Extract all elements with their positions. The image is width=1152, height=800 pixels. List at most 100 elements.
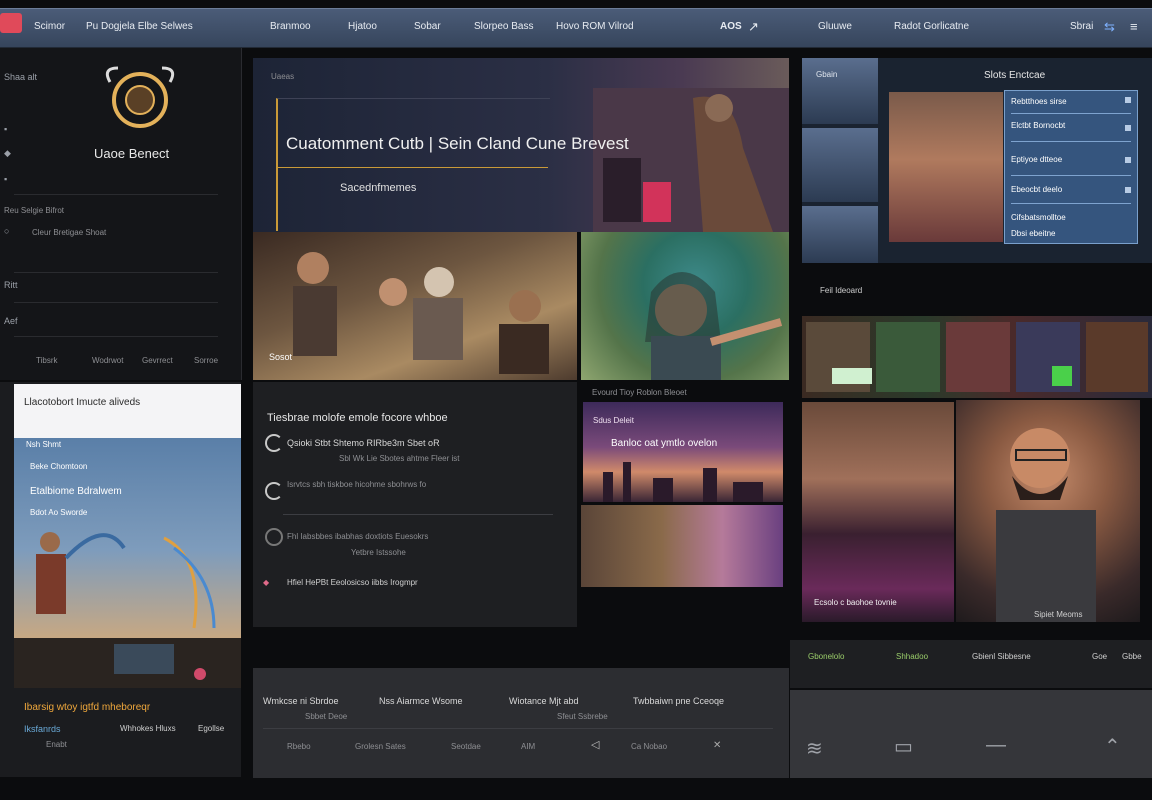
feature-item-3[interactable]: Etalbiome Bdralwem	[30, 486, 122, 497]
feature-item-2[interactable]: Beke Chomtoon	[30, 462, 87, 471]
media-thumb-2[interactable]	[802, 128, 878, 202]
nav-item-2[interactable]: Pu Dogjela Elbe Selwes	[86, 21, 193, 32]
dancers-illustration	[14, 532, 241, 688]
hero-title: Cuatomment Cutb | Sein Cland Cune Breves…	[286, 134, 629, 153]
nav-item-3[interactable]: Branmoo	[270, 21, 311, 32]
expand-icon[interactable]: ⌃	[1104, 734, 1121, 759]
article-1-meta: Sbl Wk Lie Sbotes ahtme Fleer ist	[339, 454, 460, 463]
footer-icon-bar: ≋ ▭ — ⌃	[790, 690, 1152, 778]
hero-subtitle: Sacednfmemes	[340, 182, 417, 194]
side-item-1[interactable]: Shaa alt	[4, 72, 37, 82]
wifi-icon[interactable]: ≋	[806, 736, 823, 761]
nav-item-4[interactable]: Hjatoo	[348, 21, 377, 32]
hero-underline	[278, 167, 548, 168]
article-2-icon[interactable]	[265, 482, 283, 500]
footer-tab-5[interactable]: Ca Nobao	[631, 742, 667, 751]
media-menu-item-1[interactable]: Rebtthoes sirse	[1011, 97, 1067, 106]
nav-item-7[interactable]: Hovo ROM Vilrod	[556, 21, 634, 32]
media-menu-item-4[interactable]: Ebeocbt deelo	[1011, 185, 1062, 194]
section-subtitle: Cleur Bretigae Shoat	[32, 228, 107, 237]
footer-link-3[interactable]: Gbienl Sibbesne	[972, 652, 1031, 661]
nav-item-right-2[interactable]: Radot Gorlicatne	[894, 21, 969, 32]
footer-tab-3[interactable]: Seotdae	[451, 742, 481, 751]
profile-panel: Uaoe Benect Shaa alt ▪ ◆ ▪ Reu Selgie Bi…	[0, 48, 242, 380]
side-item-6[interactable]: Aef	[4, 316, 18, 326]
aos-button[interactable]: AOS	[720, 21, 742, 32]
footer-link-2[interactable]: Shhadoo	[896, 652, 928, 661]
footer-link-4[interactable]: Goe	[1092, 652, 1107, 661]
nav-item-right-1[interactable]: Gluuwe	[818, 21, 852, 32]
footer-heading-3[interactable]: Wiotance Mjt abd	[509, 696, 579, 706]
nav-item-1[interactable]: Scimor	[34, 21, 65, 32]
nav-item-6[interactable]: Slorpeo Bass	[474, 21, 533, 32]
article-1-title[interactable]: Qsioki Stbt Shtemo RIRbe3m Sbet oR	[287, 438, 440, 448]
arrow-icon[interactable]: ↗	[748, 19, 759, 35]
article-3-title[interactable]: Fhl Iabsbbes ibabhas doxtiots Euesokrs	[287, 532, 428, 541]
footer-heading-1[interactable]: Wmkcse ni Sbrdoe	[263, 696, 339, 706]
city-card[interactable]: Sdus Deleit Banloc oat ymtlo ovelon	[583, 402, 783, 502]
smiling-man-photo[interactable]: Sipiet Meoms	[956, 400, 1140, 622]
article-2-title[interactable]: Isrvtcs sbh tiskboe hicohme sbohrws fo	[287, 480, 426, 489]
media-menu-item-5[interactable]: Cifsbatsmolltoe	[1011, 213, 1066, 222]
media-main-photo[interactable]	[889, 92, 1003, 242]
send-icon[interactable]: ◁	[591, 738, 599, 751]
gallery-strip[interactable]	[802, 316, 1152, 398]
feature-item-4[interactable]: Bdot Ao Sworde	[30, 508, 87, 517]
side-item-star-icon[interactable]: ◆	[4, 148, 11, 159]
man-caption: Sipiet Meoms	[1034, 610, 1083, 619]
media-menu-item-3[interactable]: Eptiyoe dtteoe	[1011, 155, 1062, 164]
bottom-tab-3[interactable]: Gevrrect	[142, 356, 173, 365]
media-thumb-3[interactable]	[802, 206, 878, 263]
footer-heading-2[interactable]: Nss Aiarmce Wsome	[379, 696, 463, 706]
footer-tab-4[interactable]: AIM	[521, 742, 535, 751]
footer-link-1[interactable]: Gbonelolo	[808, 652, 844, 661]
article-3-icon[interactable]	[265, 528, 283, 546]
feature-title: Llacotobort Imucte aliveds	[24, 397, 141, 408]
feature-item-1[interactable]: Nsh Shmt	[26, 440, 61, 449]
article-4-icon[interactable]: ◆	[263, 578, 269, 587]
feature-title-card[interactable]: Llacotobort Imucte aliveds	[14, 384, 241, 438]
group-photo[interactable]: Sosot	[253, 232, 577, 380]
media-thumb-1[interactable]	[802, 58, 878, 124]
man-figure	[996, 428, 1096, 622]
menu-icon[interactable]: ≡	[1130, 19, 1138, 34]
footer-links-bar: Gbonelolo Shhadoo Gbienl Sibbesne Goe Gb…	[790, 640, 1152, 688]
bottom-tab-2[interactable]: Wodrwot	[92, 356, 123, 365]
side-item-2[interactable]: ▪	[4, 124, 7, 134]
feature-banner-image[interactable]: Nsh Shmt Beke Chomtoon Etalbiome Bdralwe…	[14, 438, 241, 688]
nav-item-far-right[interactable]: Sbrai	[1070, 21, 1093, 32]
feature-caption: Ibarsig wtoy igtfd mheboreqr	[24, 702, 151, 713]
side-item-5[interactable]: Ritt	[4, 280, 18, 290]
media-menu: Rebtthoes sirse Elctbt Bornocbt Eptiyoe …	[1004, 90, 1138, 244]
nav-item-5[interactable]: Sobar	[414, 21, 441, 32]
footer-link-5[interactable]: Gbbe	[1122, 652, 1142, 661]
bottom-tab-4[interactable]: Sorroe	[194, 356, 218, 365]
media-menu-item-6[interactable]: Dbsi ebeitne	[1011, 229, 1055, 238]
side-item-4[interactable]: ○	[4, 226, 9, 236]
neon-scene-photo[interactable]: Ecsolo c baohoe tovnie	[802, 402, 954, 622]
article-4-title[interactable]: Hfiel HePBt Eeolosicso iibbs Irogmpr	[287, 578, 418, 587]
minus-icon[interactable]: —	[986, 734, 1006, 757]
bottom-tab-1[interactable]: Tibsrk	[36, 356, 57, 365]
feature-link-1[interactable]: Iksfanrds	[24, 724, 61, 734]
profile-logo-icon	[105, 66, 175, 128]
market-card[interactable]	[581, 505, 783, 587]
portrait-caption: Evourd Tioy Roblon Bleoet	[592, 388, 687, 397]
footer-heading-4[interactable]: Twbbaiwn pne Cceoqe	[633, 696, 724, 706]
media-menu-item-2[interactable]: Elctbt Bornocbt	[1011, 121, 1065, 130]
top-navigation-bar: Scimor Pu Dogjela Elbe Selwes Branmoo Hj…	[0, 8, 1152, 48]
feature-link-3[interactable]: Egollse	[198, 724, 224, 733]
city-card-label: Sdus Deleit	[593, 416, 634, 425]
portrait-photo[interactable]	[581, 232, 789, 380]
article-1-icon[interactable]	[265, 434, 283, 452]
side-item-3[interactable]: ▪	[4, 174, 7, 184]
footer-tab-1[interactable]: Rbebo	[287, 742, 311, 751]
settings-icon[interactable]: ⇆	[1104, 19, 1115, 35]
close-icon[interactable]: ✕	[713, 740, 721, 751]
feature-link-2[interactable]: Whhokes Hluxs	[120, 724, 176, 733]
group-photo-figures	[293, 252, 549, 374]
media-panel-title: Gbain	[816, 70, 838, 79]
app-logo-icon[interactable]	[0, 13, 22, 33]
printer-icon[interactable]: ▭	[894, 734, 913, 759]
footer-tab-2[interactable]: Grolesn Sates	[355, 742, 406, 751]
